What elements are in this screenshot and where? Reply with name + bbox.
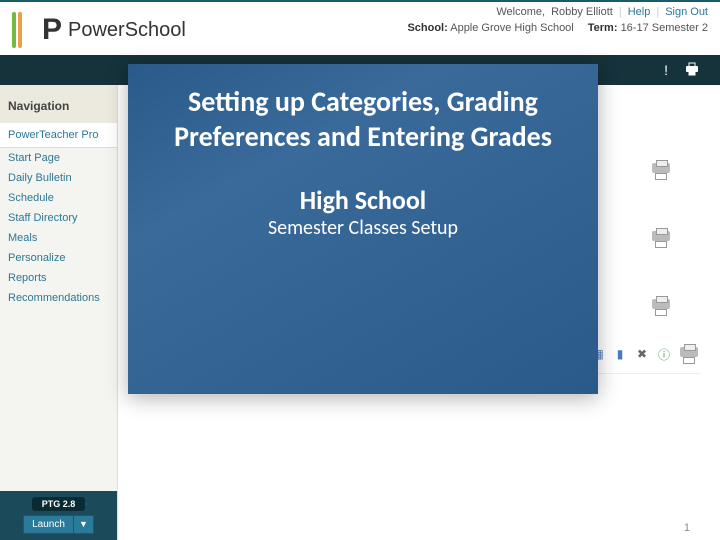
overlay-subtitle-2: Semester Classes Setup: [148, 216, 578, 240]
info-icon[interactable]: ⓘ: [656, 346, 672, 362]
nav-item-powerteacher-pro[interactable]: PowerTeacher Pro: [0, 123, 117, 148]
nav-item-start-page[interactable]: Start Page: [0, 148, 117, 168]
tools-icon[interactable]: ✖: [634, 346, 650, 362]
brand-name: PowerSchool: [68, 19, 186, 42]
ptg-box: PTG 2.8 Launch ▼: [0, 491, 117, 540]
top-right: Welcome, Robby Elliott | Help | Sign Out…: [407, 6, 708, 34]
separator: |: [656, 6, 659, 18]
chart-icon[interactable]: ▮: [612, 346, 628, 362]
nav-item-reports[interactable]: Reports: [0, 268, 117, 288]
sidebar: Navigation PowerTeacher Pro Start Page D…: [0, 85, 118, 540]
separator: |: [619, 6, 622, 18]
welcome-label: Welcome,: [496, 6, 545, 18]
overlay-title: Setting up Categories, Grading Preferenc…: [148, 84, 578, 154]
alert-icon[interactable]: !: [664, 62, 668, 78]
printer-icon[interactable]: [650, 296, 672, 316]
logo-p-icon: P: [42, 13, 62, 47]
nav-item-recommendations[interactable]: Recommendations: [0, 288, 117, 308]
nav-item-staff-directory[interactable]: Staff Directory: [0, 208, 117, 228]
launch-button[interactable]: Launch: [23, 515, 74, 534]
term-label: Term:: [588, 22, 618, 34]
page-number: 1: [684, 522, 690, 534]
printer-icon[interactable]: [650, 160, 672, 180]
logo-mark-icon: [12, 12, 38, 48]
nav-item-personalize[interactable]: Personalize: [0, 248, 117, 268]
user-name: Robby Elliott: [551, 6, 613, 18]
nav-item-schedule[interactable]: Schedule: [0, 188, 117, 208]
overlay-subtitle-1: High School: [148, 184, 578, 216]
topbar: P PowerSchool Welcome, Robby Elliott | H…: [0, 0, 720, 55]
nav-header: Navigation: [0, 85, 117, 123]
title-overlay: Setting up Categories, Grading Preferenc…: [128, 64, 598, 394]
launch-dropdown[interactable]: ▼: [74, 515, 94, 534]
help-link[interactable]: Help: [628, 6, 651, 18]
term-value: 16-17 Semester 2: [621, 22, 708, 34]
nav-item-meals[interactable]: Meals: [0, 228, 117, 248]
signout-link[interactable]: Sign Out: [665, 6, 708, 18]
school-name: Apple Grove High School: [450, 22, 574, 34]
printer-icon[interactable]: [650, 228, 672, 248]
nav-item-daily-bulletin[interactable]: Daily Bulletin: [0, 168, 117, 188]
logo[interactable]: P PowerSchool: [12, 12, 186, 48]
print-icon[interactable]: [684, 62, 700, 79]
school-label: School:: [407, 22, 447, 34]
ptg-badge: PTG 2.8: [32, 497, 86, 511]
printer-icon[interactable]: [678, 344, 700, 364]
